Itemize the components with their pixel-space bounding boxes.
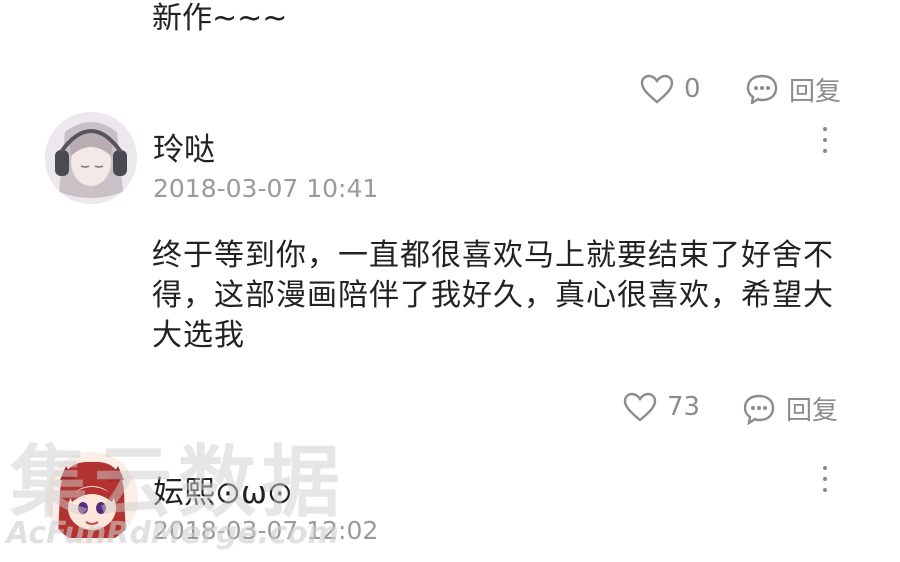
- prev-reply-button[interactable]: 回复: [745, 74, 841, 104]
- avatar[interactable]: [45, 112, 137, 204]
- watermark-en: AcFunRdMerge.com: [6, 516, 339, 551]
- prev-like-count: 0: [684, 74, 701, 104]
- like-button[interactable]: 73: [623, 392, 700, 422]
- prev-like-button[interactable]: 0: [640, 74, 701, 104]
- reply-button[interactable]: 回复: [742, 390, 838, 427]
- avatar-image: [45, 112, 137, 204]
- comment-username[interactable]: 玲哒: [153, 124, 215, 169]
- like-count: 73: [667, 392, 701, 422]
- more-options-button[interactable]: [821, 466, 829, 492]
- reply-label: 回复: [786, 396, 839, 426]
- more-options-button[interactable]: [821, 127, 829, 153]
- comment-bubble-icon: [743, 394, 775, 425]
- comment-bubble-icon: [746, 74, 778, 104]
- prev-reply-label: 回复: [789, 76, 842, 105]
- comment-timestamp: 2018-03-07 10:41: [153, 174, 379, 203]
- comment-body: 终于等到你，一直都很喜欢马上就要结束了好舍不得，这部漫画陪伴了我好久，真心很喜欢…: [152, 238, 834, 353]
- prev-comment-text: 新作~~~: [152, 1, 288, 36]
- more-vertical-icon: [823, 127, 827, 131]
- heart-icon: [640, 74, 674, 104]
- more-vertical-icon: [823, 466, 827, 470]
- heart-icon: [623, 392, 657, 422]
